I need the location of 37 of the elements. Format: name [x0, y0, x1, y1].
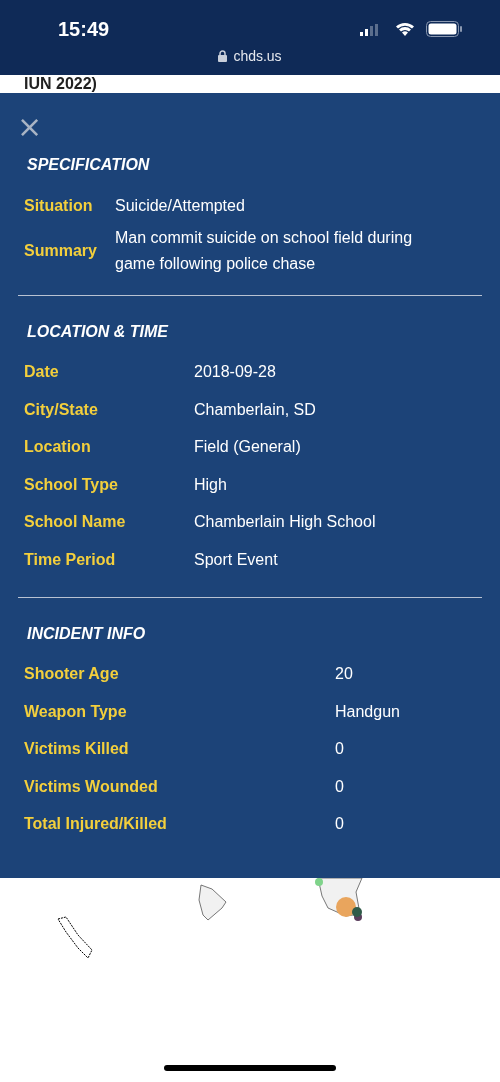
lock-icon — [218, 50, 228, 62]
field-label: City/State — [24, 400, 99, 419]
battery-icon — [426, 21, 463, 37]
field-value: 0 — [335, 776, 345, 797]
field-value: Handgun — [335, 701, 401, 722]
status-time: 15:49 — [58, 18, 110, 41]
field-value: High — [194, 474, 228, 495]
field-value: 20 — [335, 664, 354, 685]
url-text[interactable]: chds.us — [233, 48, 282, 64]
section-title: INCIDENT INFO — [27, 624, 147, 643]
field-label: School Name — [24, 513, 127, 532]
field-value: Field (General) — [194, 437, 302, 458]
field-label: Date — [24, 363, 60, 382]
field-value: Suicide/Attempted — [115, 195, 246, 216]
field-label: Shooter Age — [24, 665, 120, 684]
close-button[interactable]: × — [17, 115, 43, 139]
field-label: Victims Killed — [24, 740, 130, 759]
page-title: IUN 2022) — [24, 75, 97, 93]
field-value: Sport Event — [194, 549, 279, 570]
field-value: Chamberlain High School — [194, 512, 377, 533]
field-label: Victims Wounded — [24, 777, 159, 796]
section-title: LOCATION & TIME — [27, 322, 170, 341]
field-value: Man commit suicide on school field during game following police chase — [115, 227, 414, 274]
field-label: Weapon Type — [24, 702, 128, 721]
field-value: Chamberlain, SD — [194, 399, 317, 420]
field-label: Total Injured/Killed — [24, 815, 168, 834]
signal-icon — [360, 24, 378, 36]
field-value: 2018-09-28 — [194, 362, 277, 383]
field-label: Summary — [24, 241, 98, 260]
section-title: SPECIFICATION — [27, 156, 151, 174]
field-label: Location — [24, 438, 92, 457]
field-value: 0 — [335, 739, 345, 760]
field-label: School Type — [24, 475, 119, 494]
wifi-icon — [395, 21, 415, 36]
field-value: 0 — [335, 814, 345, 835]
field-label: Situation — [24, 196, 94, 215]
field-label: Time Period — [24, 550, 117, 569]
